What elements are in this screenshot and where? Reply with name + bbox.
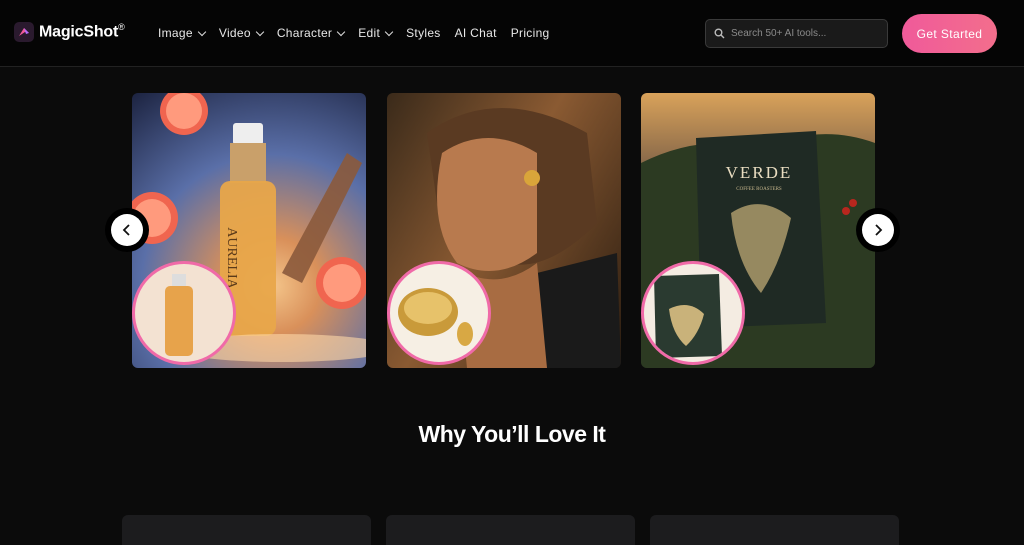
chevron-down-icon — [255, 27, 265, 36]
brand-name: MagicShot® — [39, 22, 125, 41]
brand-logo[interactable]: MagicShot® — [14, 22, 125, 42]
feature-card — [122, 515, 371, 545]
carousel-card-perfume[interactable]: AURELIA — [132, 93, 366, 368]
svg-text:AURELIA: AURELIA — [224, 227, 239, 289]
magicshot-logo-icon — [14, 22, 34, 42]
get-started-button[interactable]: Get Started — [902, 14, 997, 53]
menu-item-video[interactable]: Video — [219, 26, 265, 40]
svg-text:VERDE: VERDE — [726, 163, 793, 182]
carousel-next-button[interactable] — [856, 208, 900, 252]
carousel-card-coffee[interactable]: VERDE COFFEE ROASTERS — [641, 93, 875, 368]
feature-card — [650, 515, 899, 545]
chevron-right-icon — [875, 224, 883, 236]
feature-card — [386, 515, 635, 545]
svg-text:COFFEE ROASTERS: COFFEE ROASTERS — [736, 187, 782, 192]
earbuds-thumbnail — [387, 261, 491, 365]
search-input[interactable] — [731, 28, 881, 39]
menu-item-ai-chat[interactable]: AI Chat — [455, 26, 497, 40]
section-heading: Why You’ll Love It — [418, 421, 606, 447]
chevron-left-icon — [122, 224, 130, 236]
menu-item-styles[interactable]: Styles — [406, 26, 440, 40]
chevron-down-icon — [336, 27, 346, 36]
coffee-bag-thumbnail — [641, 261, 745, 365]
chevron-down-icon — [197, 27, 207, 36]
search-icon — [714, 28, 725, 39]
menu-item-image[interactable]: Image — [158, 26, 207, 40]
top-navbar: MagicShot® Image Video Character Edit St… — [0, 0, 1024, 67]
chevron-down-icon — [384, 27, 394, 36]
search-box[interactable] — [705, 19, 888, 48]
menu-item-edit[interactable]: Edit — [358, 26, 394, 40]
carousel-prev-button[interactable] — [105, 208, 149, 252]
carousel-card-athlete[interactable] — [387, 93, 621, 368]
menu-item-pricing[interactable]: Pricing — [511, 26, 550, 40]
menu-item-character[interactable]: Character — [277, 26, 346, 40]
main-menu: Image Video Character Edit Styles AI Cha… — [158, 26, 550, 40]
perfume-thumbnail — [132, 261, 236, 365]
